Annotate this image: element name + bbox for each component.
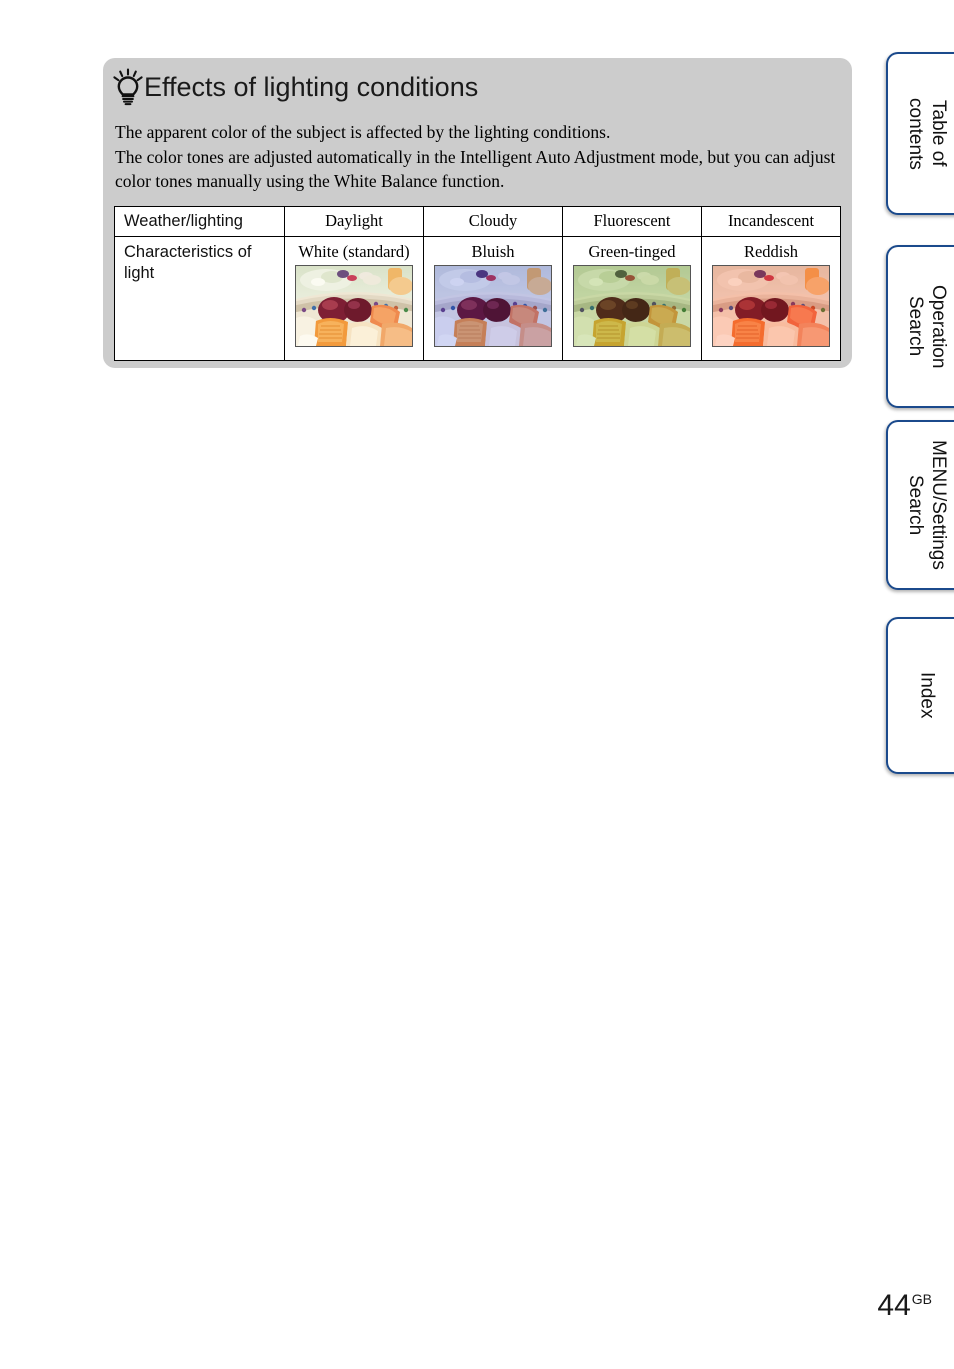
table-header-cloudy: Cloudy [423,206,563,237]
page-number: 44GB [877,1291,932,1321]
tip-heading-label: Effects of lighting conditions [144,71,479,102]
sidebar-tab-operation-search[interactable]: Operation Search [886,245,954,408]
cell-incandescent-description: Reddish [743,242,799,261]
sidebar-tab-table-of-contents[interactable]: Table of contents [886,52,954,215]
sidebar-tab-operation-inner: Operation Search [888,247,954,406]
table-row: Characteristics of light White (standard… [114,236,841,361]
page-number-value: 44 [877,1289,911,1322]
tip-body-text: The apparent color of the subject is aff… [115,120,841,194]
cell-fluorescent-description: Green-tinged [588,242,676,261]
page-number-suffix: GB [911,1291,932,1307]
sidebar-tab-menu-inner: MENU/Settings Search [888,422,954,588]
sidebar-tab-operation-label: Operation Search [905,284,949,369]
cell-daylight-photo-wrap [285,265,423,354]
table-header-daylight: Daylight [284,206,424,237]
cell-daylight: White (standard) [284,236,424,361]
cell-cloudy-description: Bluish [471,242,515,261]
table-header-row-label: Weather/lighting [114,206,285,237]
row-label-characteristics-of-light: Characteristics of light [114,236,285,361]
fruit-bowl-photo-cloudy [434,265,552,347]
lightbulb-icon [113,68,143,106]
cell-fluorescent-photo-wrap [563,265,701,354]
sidebar-tab-index-label: Index [916,672,938,719]
table-header-row: Weather/lighting Daylight Cloudy Fluores… [114,206,841,237]
cell-incandescent: Reddish [701,236,841,361]
tip-heading: Effects of lighting conditions [111,66,478,108]
table-header-fluorescent: Fluorescent [562,206,702,237]
cell-cloudy: Bluish [423,236,563,361]
sidebar-tab-menu-settings-search[interactable]: MENU/Settings Search [886,420,954,590]
fruit-bowl-photo-daylight [295,265,413,347]
cell-cloudy-photo-wrap [424,265,562,354]
cell-incandescent-photo-wrap [702,265,840,354]
sidebar-tab-toc-inner: Table of contents [888,54,954,213]
sidebar-tab-index-inner: Index [888,619,954,772]
sidebar-tab-menu-label: MENU/Settings Search [905,440,949,570]
fruit-bowl-photo-fluorescent [573,265,691,347]
table-header-incandescent: Incandescent [701,206,841,237]
tip-paragraph-1: The apparent color of the subject is aff… [115,122,611,142]
tip-paragraph-2: The color tones are adjusted automatical… [115,146,836,192]
tip-callout-panel: Effects of lighting conditions The appar… [103,58,852,368]
sidebar-tab-toc-label: Table of contents [905,97,949,170]
cell-fluorescent: Green-tinged [562,236,702,361]
cell-daylight-description: White (standard) [298,242,410,261]
sidebar-tab-index[interactable]: Index [886,617,954,774]
fruit-bowl-photo-incandescent [712,265,830,347]
lighting-conditions-table: Weather/lighting Daylight Cloudy Fluores… [114,206,841,361]
